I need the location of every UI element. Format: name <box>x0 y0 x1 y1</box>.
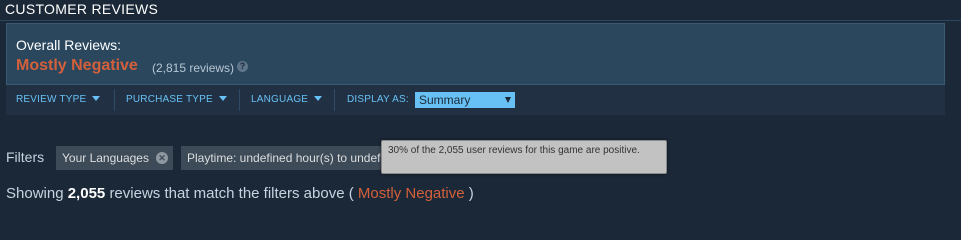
showing-reviews-summary: Showing 2,055 reviews that match the fil… <box>6 185 474 202</box>
chevron-down-icon <box>218 96 227 101</box>
filters-label: Filters <box>6 149 45 165</box>
showing-suffix: ) <box>468 185 474 202</box>
review-filter-bar: REVIEW TYPE PURCHASE TYPE LANGUAGE DISPL… <box>6 85 945 115</box>
display-as-select[interactable]: Summary <box>415 92 515 108</box>
question-mark-icon[interactable]: ? <box>237 61 248 72</box>
review-score-tooltip: 30% of the 2,055 user reviews for this g… <box>381 140 667 174</box>
purchase-type-dropdown[interactable]: PURCHASE TYPE <box>126 85 227 115</box>
chevron-down-icon <box>314 96 323 101</box>
purchase-type-label: PURCHASE TYPE <box>126 94 213 105</box>
showing-prefix: Showing <box>6 185 64 202</box>
filter-divider <box>239 89 240 111</box>
language-label: LANGUAGE <box>251 94 309 105</box>
overall-review-count: (2,815 reviews) <box>152 61 235 75</box>
overall-rating[interactable]: Mostly Negative <box>16 57 138 75</box>
overall-reviews-label: Overall Reviews: <box>16 37 122 53</box>
title-divider <box>0 20 961 21</box>
filter-divider <box>334 89 335 111</box>
review-summary-panel: Overall Reviews: Mostly Negative (2,815 … <box>6 23 945 85</box>
display-as-label: DISPLAY AS: <box>347 94 409 105</box>
showing-count: 2,055 <box>67 185 106 202</box>
section-title: CUSTOMER REVIEWS <box>5 1 159 17</box>
language-dropdown[interactable]: LANGUAGE <box>251 85 323 115</box>
showing-middle: reviews that match the filters above ( <box>109 185 354 202</box>
review-type-label: REVIEW TYPE <box>16 94 87 105</box>
dropdown-arrow-icon <box>505 97 511 103</box>
showing-rating[interactable]: Mostly Negative <box>358 185 465 202</box>
chevron-down-icon <box>92 96 101 101</box>
remove-filter-icon[interactable]: ✕ <box>156 152 168 164</box>
filter-chip-languages[interactable]: Your Languages ✕ <box>56 146 173 170</box>
review-type-dropdown[interactable]: REVIEW TYPE <box>16 85 101 115</box>
filter-chip-label: Your Languages <box>62 151 149 165</box>
filter-chip-playtime[interactable]: Playtime: undefined hour(s) to undefined… <box>181 146 391 170</box>
display-as-value: Summary <box>419 93 471 107</box>
filter-divider <box>114 89 115 111</box>
filter-chip-label: Playtime: undefined hour(s) to undefined… <box>187 151 391 165</box>
